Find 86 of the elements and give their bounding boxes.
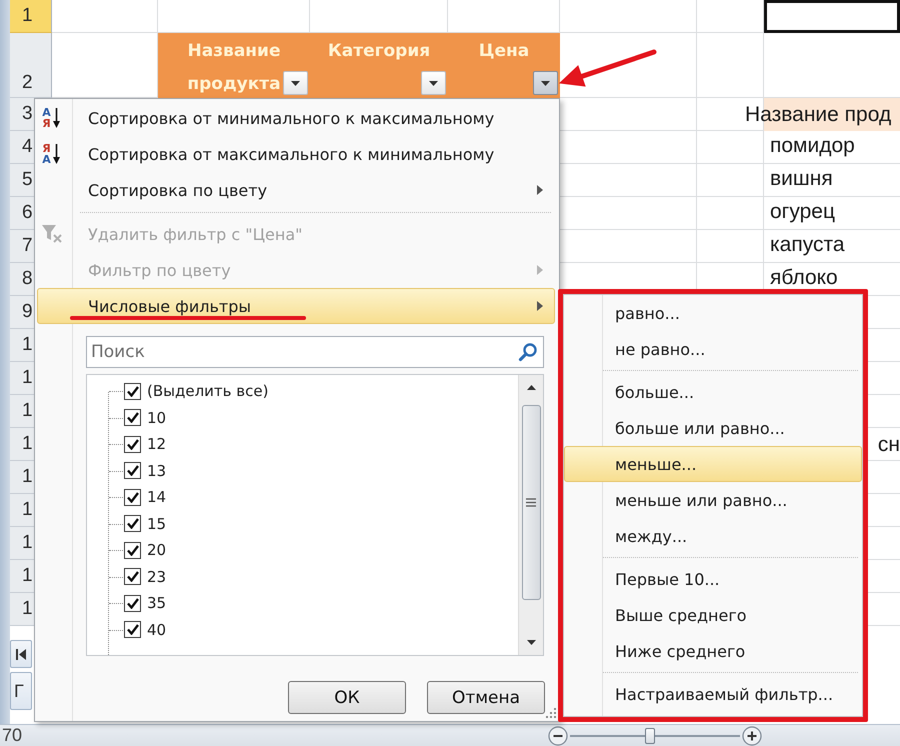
cell-text: помидор xyxy=(770,135,855,156)
checkmark-icon xyxy=(126,598,138,609)
caret-icon xyxy=(291,80,300,86)
caret-up-icon xyxy=(526,385,536,390)
checkbox[interactable] xyxy=(124,382,141,400)
resize-grip-icon[interactable] xyxy=(546,708,556,718)
row-header[interactable]: 2 xyxy=(10,33,52,98)
sort-letter: Я xyxy=(42,143,51,154)
sort-letter: А xyxy=(42,154,51,165)
cell-text: яблоко xyxy=(770,267,838,288)
checkbox[interactable] xyxy=(124,621,141,638)
menu-item[interactable]: Первые 10... xyxy=(564,561,862,597)
filter-dropdown-button[interactable] xyxy=(283,71,308,95)
checkbox[interactable] xyxy=(124,409,141,426)
cell-text: вишня xyxy=(770,168,833,189)
caret-down-icon xyxy=(526,640,536,645)
checkbox[interactable] xyxy=(124,542,141,559)
filter-dropdown-button[interactable] xyxy=(533,71,558,95)
checkbox[interactable] xyxy=(124,568,141,586)
checkbox-label[interactable]: 15 xyxy=(147,514,166,533)
menu-item[interactable]: между... xyxy=(564,518,862,554)
checkbox-label[interactable]: 23 xyxy=(147,568,166,586)
checkmark-icon xyxy=(126,386,138,397)
cell-text: огурец xyxy=(770,201,835,222)
down-arrow-icon xyxy=(53,108,60,128)
menu-item[interactable]: меньше или равно... xyxy=(564,482,862,518)
checkbox-label[interactable]: 10 xyxy=(147,408,166,427)
checkmark-icon xyxy=(126,412,138,424)
scrollbar-track[interactable] xyxy=(518,375,543,655)
zoom-out-icon[interactable] xyxy=(548,726,568,746)
menu-item[interactable]: меньше... xyxy=(564,446,862,482)
checkbox-label[interactable]: 40 xyxy=(147,620,166,639)
checkbox-label[interactable]: 14 xyxy=(147,488,166,506)
sheet-tab[interactable]: Г xyxy=(10,672,32,710)
zoom-slider-thumb[interactable] xyxy=(644,728,655,744)
checkbox[interactable] xyxy=(124,488,141,506)
caret-icon xyxy=(429,80,438,86)
checkmark-icon xyxy=(126,492,138,503)
row-header[interactable]: 1 xyxy=(10,0,52,33)
checkmark-icon xyxy=(126,571,138,582)
filter-dropdown-button[interactable] xyxy=(421,71,446,95)
dialog-button[interactable]: Отмена xyxy=(427,681,545,714)
column-heading: Категория xyxy=(328,40,430,63)
search-field[interactable]: Поиск xyxy=(86,336,544,368)
first-sheet-icon xyxy=(16,648,26,660)
sort-letter: А xyxy=(42,107,51,118)
checkbox[interactable] xyxy=(124,594,141,612)
sort-letter: Я xyxy=(42,118,51,129)
menu-item[interactable]: больше или равно... xyxy=(564,410,862,446)
checkmark-icon xyxy=(126,544,138,556)
sheet-nav-button[interactable] xyxy=(10,640,32,668)
status-text: 70 xyxy=(2,725,22,746)
checkbox[interactable] xyxy=(124,436,141,453)
menu-item[interactable]: Числовые фильтры xyxy=(37,288,555,324)
cell-text: капуста xyxy=(770,234,845,255)
menu-item[interactable]: Выше среднего xyxy=(564,597,862,633)
down-arrow-icon xyxy=(53,144,60,164)
checkmark-icon xyxy=(126,624,138,636)
checkbox-label[interactable]: 13 xyxy=(147,462,166,480)
checkmark-icon xyxy=(126,518,138,530)
cell-text: сн xyxy=(878,434,900,455)
checkbox[interactable] xyxy=(124,462,141,480)
active-cell[interactable] xyxy=(764,0,900,33)
zoom-in-icon[interactable] xyxy=(742,726,762,746)
column-heading: Название прод xyxy=(745,104,892,125)
column-heading: Название продукта xyxy=(187,40,281,96)
grip-icon xyxy=(526,498,536,507)
menu-item[interactable]: Ниже среднего xyxy=(564,633,862,669)
menu-item[interactable]: Настраиваемый фильтр... xyxy=(564,676,862,712)
column-heading: Цена xyxy=(478,40,530,63)
checkmark-icon xyxy=(126,438,138,450)
checkmark-icon xyxy=(126,465,138,476)
menu-item[interactable]: равно... xyxy=(564,295,862,331)
caret-icon xyxy=(541,80,550,86)
checkbox-label[interactable]: (Выделить все) xyxy=(147,382,268,400)
zoom-slider[interactable] xyxy=(570,726,740,744)
checkbox-label[interactable]: 20 xyxy=(147,541,166,560)
menu-item[interactable]: не равно... xyxy=(564,331,862,367)
dialog-button[interactable]: ОК xyxy=(288,681,406,714)
funnel-x-icon xyxy=(41,224,63,244)
checkbox-label[interactable]: 35 xyxy=(147,594,166,612)
checkbox[interactable] xyxy=(124,515,141,532)
search-icon[interactable] xyxy=(518,342,538,362)
scrollbar-thumb[interactable] xyxy=(522,405,540,600)
checkbox-label[interactable]: 12 xyxy=(147,435,166,454)
menu-item[interactable]: больше... xyxy=(564,374,862,410)
